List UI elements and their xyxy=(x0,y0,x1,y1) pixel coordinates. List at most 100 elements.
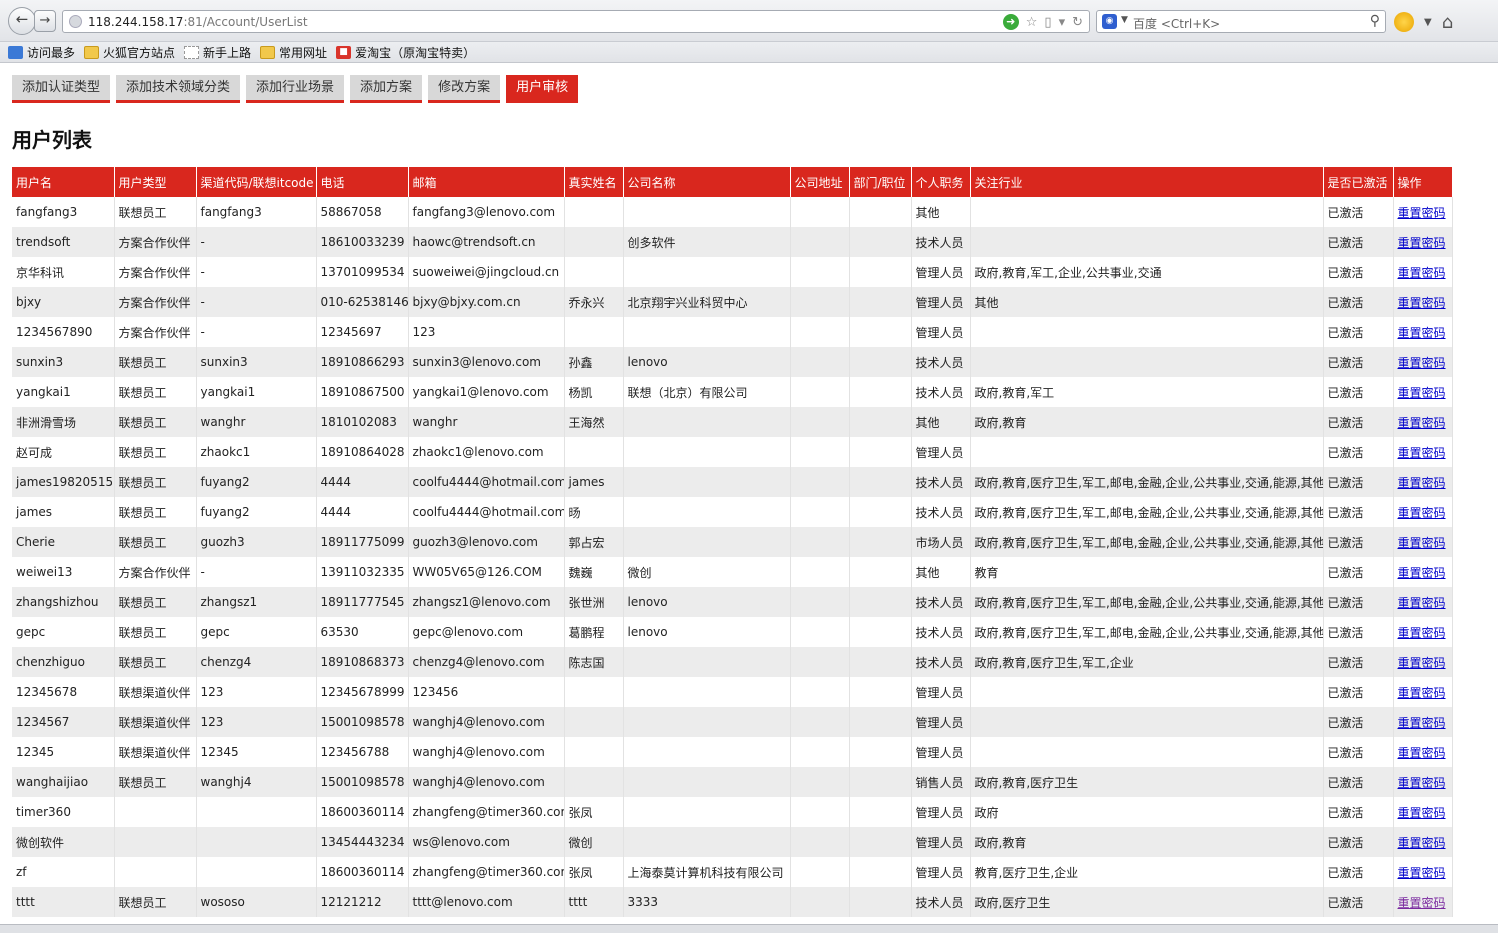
go-icon[interactable]: ➜ xyxy=(1002,14,1019,30)
cell-user-type: 方案合作伙伴 xyxy=(114,257,197,287)
search-bar[interactable]: ◉ ▼ 百度 <Ctrl+K> ⚲ xyxy=(1096,10,1386,33)
reset-password-link[interactable]: 重置密码 xyxy=(1398,236,1446,250)
cell-company-address xyxy=(790,497,850,527)
cell-company xyxy=(623,527,791,557)
cell-channel-code: gepc xyxy=(196,617,317,647)
admin-tab-bar: 添加认证类型 添加技术领域分类 添加行业场景 添加方案 修改方案 用户审核 xyxy=(12,75,579,103)
url-text[interactable]: 118.244.158.17:81/Account/UserList xyxy=(88,15,308,29)
bookmarks-bar: 访问最多 火狐官方站点 新手上路 常用网址 ■ 爱淘宝（原淘宝特卖） xyxy=(0,42,1498,63)
reload-icon[interactable]: ↻ xyxy=(1072,14,1083,31)
cell-phone: 13701099534 xyxy=(316,257,409,287)
cell-company xyxy=(623,707,791,737)
table-row: tttt 联想员工 wososo 12121212 tttt@lenovo.com ttt… xyxy=(12,887,1453,917)
bookmark-firefox-site[interactable]: 火狐官方站点 xyxy=(84,44,175,61)
cell-department xyxy=(849,827,912,857)
cell-job-role: 销售人员 xyxy=(911,767,971,797)
cell-company: 3333 xyxy=(623,887,791,917)
cell-email: sunxin3@lenovo.com xyxy=(408,347,565,377)
cell-action: 重置密码 xyxy=(1393,287,1453,317)
tab-5[interactable]: 用户审核 xyxy=(506,75,579,103)
cell-real-name xyxy=(564,227,624,257)
reset-password-link[interactable]: 重置密码 xyxy=(1398,536,1446,550)
page-icon xyxy=(184,45,200,59)
cell-channel-code: zhaokc1 xyxy=(196,437,317,467)
bookmark-most-visited[interactable]: 访问最多 xyxy=(8,44,75,61)
cell-industries xyxy=(970,677,1324,707)
reset-password-link[interactable]: 重置密码 xyxy=(1398,566,1446,580)
cell-job-role: 技术人员 xyxy=(911,647,971,677)
home-icon[interactable]: ⌂ xyxy=(1442,12,1453,33)
reset-password-link[interactable]: 重置密码 xyxy=(1398,776,1446,790)
cell-username: james19820515 xyxy=(12,467,115,497)
cell-user-type xyxy=(114,857,197,887)
reset-password-link[interactable]: 重置密码 xyxy=(1398,656,1446,670)
reset-password-link[interactable]: 重置密码 xyxy=(1398,806,1446,820)
cell-company-address xyxy=(790,797,850,827)
reset-password-link[interactable]: 重置密码 xyxy=(1398,356,1446,370)
cell-real-name: 魏巍 xyxy=(564,557,624,587)
reset-password-link[interactable]: 重置密码 xyxy=(1398,446,1446,460)
reset-password-link[interactable]: 重置密码 xyxy=(1398,326,1446,340)
reset-password-link[interactable]: 重置密码 xyxy=(1398,896,1446,910)
dropdown-icon[interactable]: ▾ xyxy=(1059,14,1066,31)
cell-phone: 18911777545 xyxy=(316,587,409,617)
reset-password-link[interactable]: 重置密码 xyxy=(1398,386,1446,400)
cell-phone: 18910864028 xyxy=(316,437,409,467)
cell-company xyxy=(623,497,791,527)
cell-job-role: 管理人员 xyxy=(911,857,971,887)
reset-password-link[interactable]: 重置密码 xyxy=(1398,716,1446,730)
forward-button[interactable]: → xyxy=(34,10,56,32)
tab-3[interactable]: 添加方案 xyxy=(350,75,423,103)
reset-password-link[interactable]: 重置密码 xyxy=(1398,596,1446,610)
tab-4[interactable]: 修改方案 xyxy=(428,75,501,103)
search-engine-icon[interactable]: ◉ xyxy=(1102,14,1117,29)
cell-action: 重置密码 xyxy=(1393,407,1453,437)
cell-email: suoweiwei@jingcloud.cn xyxy=(408,257,565,287)
cell-phone: 010-62538146 xyxy=(316,287,409,317)
cell-activated: 已激活 xyxy=(1323,317,1394,347)
bookmark-getting-started[interactable]: 新手上路 xyxy=(184,44,251,61)
bookmark-star-icon[interactable]: ☆ xyxy=(1026,14,1038,31)
reset-password-link[interactable]: 重置密码 xyxy=(1398,626,1446,640)
reset-password-link[interactable]: 重置密码 xyxy=(1398,506,1446,520)
cell-activated: 已激活 xyxy=(1323,467,1394,497)
reset-password-link[interactable]: 重置密码 xyxy=(1398,416,1446,430)
addon-icon[interactable] xyxy=(1394,12,1414,32)
reset-password-link[interactable]: 重置密码 xyxy=(1398,866,1446,880)
tab-1[interactable]: 添加技术领域分类 xyxy=(116,75,241,103)
reset-password-link[interactable]: 重置密码 xyxy=(1398,296,1446,310)
toolbar-right-icons: ▼ ⌂ xyxy=(1394,10,1453,34)
cell-username: gepc xyxy=(12,617,115,647)
cell-company xyxy=(623,797,791,827)
back-button[interactable]: ← xyxy=(8,7,36,35)
search-input[interactable]: 百度 <Ctrl+K> xyxy=(1133,15,1220,32)
reset-password-link[interactable]: 重置密码 xyxy=(1398,836,1446,850)
cell-job-role: 管理人员 xyxy=(911,317,971,347)
cell-channel-code: 123 xyxy=(196,707,317,737)
cell-department xyxy=(849,377,912,407)
reset-password-link[interactable]: 重置密码 xyxy=(1398,266,1446,280)
reset-password-link[interactable]: 重置密码 xyxy=(1398,746,1446,760)
cell-channel-code: guozh3 xyxy=(196,527,317,557)
chevron-down-icon[interactable]: ▼ xyxy=(1121,15,1128,25)
phone-icon[interactable]: ▯ xyxy=(1044,14,1051,31)
reset-password-link[interactable]: 重置密码 xyxy=(1398,476,1446,490)
cell-company-address xyxy=(790,647,850,677)
reset-password-link[interactable]: 重置密码 xyxy=(1398,686,1446,700)
bookmark-common-sites[interactable]: 常用网址 xyxy=(260,44,327,61)
table-row: gepc 联想员工 gepc 63530 gepc@lenovo.com 葛鹏程 lenov… xyxy=(12,617,1453,647)
cell-job-role: 管理人员 xyxy=(911,827,971,857)
bookmark-aitaobao[interactable]: ■ 爱淘宝（原淘宝特卖） xyxy=(336,44,475,61)
address-bar[interactable]: 118.244.158.17:81/Account/UserList ➜ ☆ ▯… xyxy=(62,10,1090,33)
cell-company-address xyxy=(790,677,850,707)
cell-action: 重置密码 xyxy=(1393,857,1453,887)
cell-department xyxy=(849,227,912,257)
reset-password-link[interactable]: 重置密码 xyxy=(1398,206,1446,220)
cell-email: 123 xyxy=(408,317,565,347)
tab-2[interactable]: 添加行业场景 xyxy=(246,75,345,103)
cell-company xyxy=(623,737,791,767)
table-row: yangkai1 联想员工 yangkai1 18910867500 yangkai1@… xyxy=(12,377,1453,407)
tab-0[interactable]: 添加认证类型 xyxy=(12,75,111,103)
chevron-down-icon[interactable]: ▼ xyxy=(1424,17,1432,28)
search-icon[interactable]: ⚲ xyxy=(1370,13,1380,29)
